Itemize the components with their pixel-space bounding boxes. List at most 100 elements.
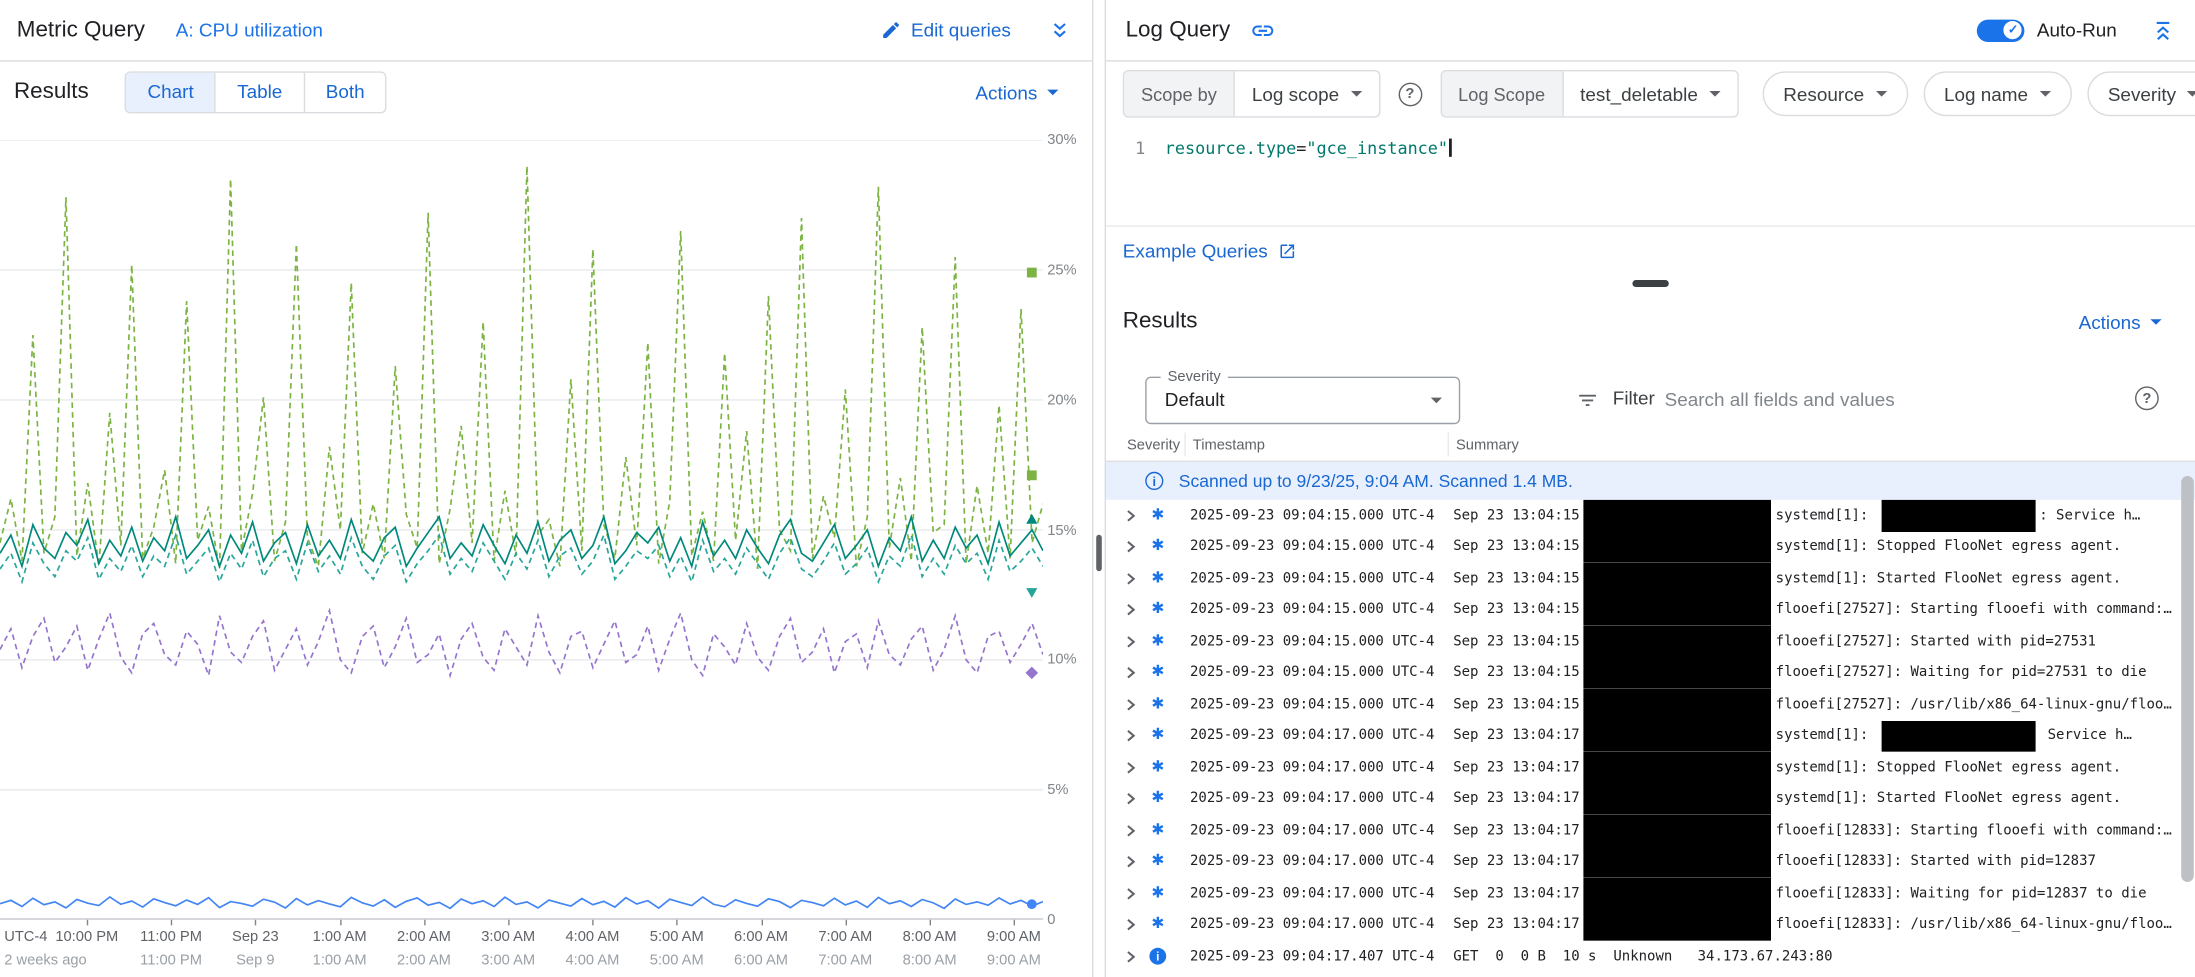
column-severity: Severity (1127, 437, 1180, 454)
query-editor[interactable]: 1 resource.type="gce_instance" (1106, 126, 2195, 227)
log-row[interactable]: ✱2025-09-23 09:04:17.000 UTC-4Sep 23 13:… (1106, 878, 2195, 910)
expand-row-icon[interactable] (1123, 728, 1143, 743)
log-summary-text: : Service h… (2039, 508, 2140, 523)
log-summary-text: Sep 23 13:04:15 (1453, 634, 1579, 649)
redacted-text (1881, 720, 2035, 752)
expand-row-icon[interactable] (1123, 886, 1143, 901)
log-row[interactable]: ✱2025-09-23 09:04:17.000 UTC-4Sep 23 13:… (1106, 783, 2195, 815)
log-row[interactable]: ✱2025-09-23 09:04:17.000 UTC-4Sep 23 13:… (1106, 815, 2195, 847)
help-icon[interactable]: ? (1398, 82, 1422, 106)
filter-chip-severity[interactable]: Severity (2087, 71, 2195, 116)
severity-select[interactable]: Severity Default (1145, 377, 1460, 425)
timeseries-chart[interactable] (0, 140, 1043, 920)
log-row[interactable]: ✱2025-09-23 09:04:15.000 UTC-4Sep 23 13:… (1106, 626, 2195, 658)
expand-row-icon[interactable] (1123, 697, 1143, 712)
log-row[interactable]: ✱2025-09-23 09:04:17.000 UTC-4Sep 23 13:… (1106, 720, 2195, 752)
log-summary: Sep 23 13:04:17flooefi[12833]: Starting … (1453, 815, 2195, 847)
redacted-text (1584, 563, 1772, 595)
expand-row-icon[interactable] (1123, 602, 1143, 617)
log-row[interactable]: ✱2025-09-23 09:04:15.000 UTC-4Sep 23 13:… (1106, 563, 2195, 595)
axis-tick (508, 920, 509, 926)
log-panel-header: Log Query ✓ Auto-Run (1106, 0, 2195, 62)
log-row[interactable]: ✱2025-09-23 09:04:15.000 UTC-4Sep 23 13:… (1106, 689, 2195, 721)
view-tab-both[interactable]: Both (303, 73, 385, 112)
log-row[interactable]: i2025-09-23 09:04:17.407 UTC-4GET 0 0 B … (1106, 941, 2195, 973)
example-queries-link[interactable]: Example Queries (1123, 240, 1296, 261)
y-axis-label: 0 (1047, 911, 1055, 928)
x-axis-label: 3:00 AM (481, 952, 535, 969)
log-summary: Sep 23 13:04:17systemd[1]: Service h… (1453, 720, 2195, 752)
expand-row-icon[interactable] (1123, 539, 1143, 554)
redacted-text (1584, 657, 1772, 689)
expand-query-panel-button[interactable] (1047, 18, 1072, 43)
chevron-down-icon (1350, 91, 1361, 97)
log-actions-dropdown[interactable]: Actions (2079, 312, 2162, 333)
x-axis-label: 6:00 AM (734, 952, 788, 969)
expand-row-icon[interactable] (1123, 823, 1143, 838)
log-row[interactable]: ✱2025-09-23 09:04:15.000 UTC-4Sep 23 13:… (1106, 500, 2195, 532)
log-timestamp: 2025-09-23 09:04:15.000 UTC-4 (1190, 508, 1453, 523)
x-axis-label: 11:00 PM (140, 952, 202, 969)
expand-row-icon[interactable] (1123, 854, 1143, 869)
log-row[interactable]: ✱2025-09-23 09:04:17.000 UTC-4Sep 23 13:… (1106, 846, 2195, 878)
log-row[interactable]: ✱2025-09-23 09:04:17.000 UTC-4Sep 23 13:… (1106, 752, 2195, 784)
x-axis-label: 10:00 PM (55, 928, 118, 945)
metric-actions-dropdown[interactable]: Actions (975, 82, 1058, 103)
help-icon[interactable]: ? (2135, 386, 2159, 410)
y-axis-label: 5% (1047, 781, 1068, 798)
log-summary: Sep 23 13:04:15systemd[1]: Started FlooN… (1453, 563, 2195, 595)
expand-row-icon[interactable] (1123, 949, 1143, 964)
query-token-field: resource.type (1165, 139, 1296, 159)
results-resize-handle[interactable] (1632, 280, 1668, 287)
x-axis-label: 4:00 AM (565, 928, 619, 945)
query-code-line[interactable]: resource.type="gce_instance" (1165, 139, 1452, 159)
copy-link-button[interactable] (1250, 18, 1275, 43)
expand-row-icon[interactable] (1123, 791, 1143, 806)
log-summary-text: flooefi[12833]: Starting flooefi with co… (1776, 823, 2172, 838)
metric-query-name-link[interactable]: A: CPU utilization (176, 20, 323, 41)
log-scope-value-dropdown[interactable]: test_deletable (1563, 71, 1737, 116)
expand-row-icon[interactable] (1123, 508, 1143, 523)
chevron-down-icon (1047, 90, 1058, 96)
expand-row-icon[interactable] (1123, 665, 1143, 680)
log-scope-value-control[interactable]: Log Scope test_deletable (1440, 70, 1739, 118)
log-summary: Sep 23 13:04:15systemd[1]: : Service h… (1453, 500, 2195, 532)
expand-row-icon[interactable] (1123, 634, 1143, 649)
expand-row-icon[interactable] (1123, 571, 1143, 586)
scrollbar-thumb[interactable] (2181, 476, 2194, 882)
edit-queries-button[interactable]: Edit queries (880, 20, 1011, 41)
log-row[interactable]: ✱2025-09-23 09:04:15.000 UTC-4Sep 23 13:… (1106, 594, 2195, 626)
auto-run-toggle[interactable]: ✓ (1977, 19, 2025, 41)
log-row[interactable]: ✱2025-09-23 09:04:17.000 UTC-4Sep 23 13:… (1106, 909, 2195, 941)
severity-default-icon: ✱ (1142, 823, 1173, 838)
chip-label: Resource (1783, 83, 1864, 104)
metric-results-bar: Results ChartTableBoth Actions (0, 62, 1092, 124)
log-scope-dropdown[interactable]: Log scope (1235, 71, 1378, 116)
x-axis-comparison: 2 weeks ago11:00 PMSep 91:00 AM2:00 AM3:… (0, 952, 1043, 970)
view-tab-table[interactable]: Table (215, 73, 304, 112)
scope-by-control[interactable]: Scope by Log scope (1123, 70, 1380, 118)
severity-select-value: Default (1165, 389, 1225, 410)
severity-default-icon: ✱ (1142, 854, 1173, 869)
expand-row-icon[interactable] (1123, 917, 1143, 932)
severity-default-icon: ✱ (1142, 634, 1173, 649)
log-results-controls: Severity Default Filter ? (1106, 350, 2195, 428)
x-axis-primary: UTC-410:00 PM11:00 PMSep 231:00 AM2:00 A… (0, 928, 1043, 946)
collapse-panel-button[interactable] (2150, 18, 2175, 43)
log-timestamp: 2025-09-23 09:04:15.000 UTC-4 (1190, 665, 1453, 680)
scan-notice-text: Scanned up to 9/23/25, 9:04 AM. Scanned … (1179, 471, 1573, 491)
y-axis-label: 10% (1047, 651, 1076, 668)
filter-chip-resource[interactable]: Resource (1762, 71, 1907, 116)
log-summary-text: Sep 23 13:04:17 (1453, 760, 1579, 775)
x-axis-label: 2:00 AM (397, 928, 451, 945)
expand-row-icon[interactable] (1123, 760, 1143, 775)
log-row[interactable]: ✱2025-09-23 09:04:15.000 UTC-4Sep 23 13:… (1106, 657, 2195, 689)
filter-chip-log-name[interactable]: Log name (1923, 71, 2071, 116)
filter-search-input[interactable] (1665, 384, 2127, 415)
example-queries-row: Example Queries (1106, 227, 2195, 275)
panel-resize-handle[interactable] (1096, 535, 1102, 571)
log-results-bar: Results Actions (1106, 294, 2195, 350)
chevron-down-icon (1431, 398, 1442, 404)
log-row[interactable]: ✱2025-09-23 09:04:15.000 UTC-4Sep 23 13:… (1106, 531, 2195, 563)
view-tab-chart[interactable]: Chart (127, 73, 215, 112)
